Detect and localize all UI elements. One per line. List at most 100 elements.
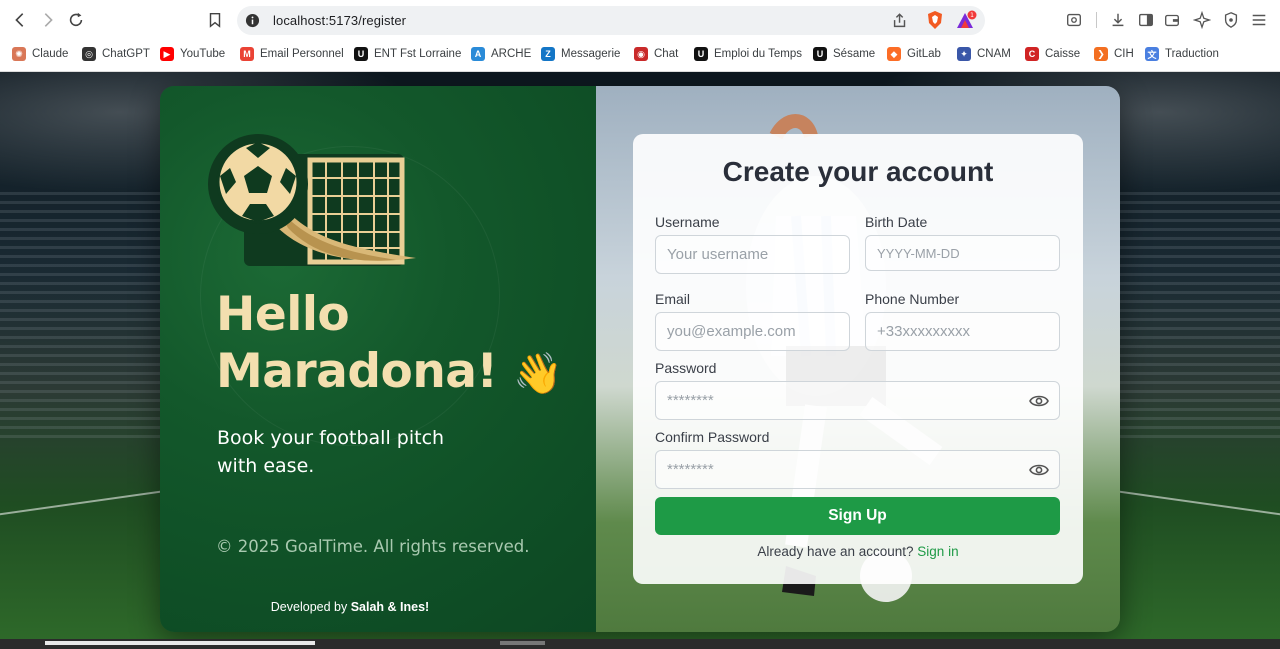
username-input[interactable] bbox=[656, 236, 849, 273]
youtube-icon: ▶ bbox=[160, 47, 174, 61]
bookmark-label: Traduction bbox=[1165, 48, 1219, 60]
site-info-icon[interactable] bbox=[245, 13, 260, 28]
sign-up-button[interactable]: Sign Up bbox=[655, 497, 1060, 535]
cih-icon: ❯ bbox=[1094, 47, 1108, 61]
gmail-icon: M bbox=[240, 47, 254, 61]
bookmark-label: Caisse bbox=[1045, 48, 1081, 60]
confirm-password-field-wrapper bbox=[655, 450, 1060, 489]
chat-icon: ◉ bbox=[634, 47, 648, 61]
greeting-name: Maradona! bbox=[216, 344, 498, 399]
email-input[interactable] bbox=[656, 313, 849, 350]
lorraine-icon: U bbox=[813, 47, 827, 61]
bookmark-item[interactable]: M Email Personnel bbox=[240, 45, 344, 63]
password-input[interactable] bbox=[656, 382, 1059, 419]
password-label: Password bbox=[655, 360, 717, 376]
bottom-scroll-strip bbox=[0, 639, 1280, 649]
bookmark-item[interactable]: ◆ GitLab bbox=[887, 45, 941, 63]
copyright: © 2025 GoalTime. All rights reserved. bbox=[216, 537, 530, 556]
reload-icon[interactable] bbox=[64, 8, 88, 32]
form-panel: Create your account Username Birth Date … bbox=[596, 86, 1120, 632]
signin-prompt: Already have an account? bbox=[757, 544, 914, 559]
chatgpt-icon: ◎ bbox=[82, 47, 96, 61]
phone-field-wrapper bbox=[865, 312, 1060, 351]
brave-rewards-icon[interactable]: 1 bbox=[955, 10, 977, 30]
zimbra-icon: Z bbox=[541, 47, 555, 61]
share-icon[interactable] bbox=[891, 12, 909, 30]
arche-icon: A bbox=[471, 47, 485, 61]
address-bar[interactable]: localhost:5173/register 1 bbox=[237, 6, 985, 35]
back-icon[interactable] bbox=[8, 8, 32, 32]
browser-toolbar: localhost:5173/register 1 bbox=[0, 0, 1280, 40]
wallet-icon[interactable] bbox=[1162, 10, 1182, 30]
phone-label: Phone Number bbox=[865, 291, 960, 307]
pitch-line bbox=[1120, 490, 1280, 516]
scroll-indicator bbox=[45, 641, 315, 645]
bookmark-item[interactable]: ◎ ChatGPT bbox=[82, 45, 150, 63]
claude-icon: ✺ bbox=[12, 47, 26, 61]
bookmark-label: Messagerie bbox=[561, 48, 621, 60]
bookmark-page-icon[interactable] bbox=[203, 8, 227, 32]
confirm-password-label: Confirm Password bbox=[655, 429, 770, 445]
url-text[interactable]: localhost:5173/register bbox=[273, 13, 406, 28]
bookmark-item[interactable]: ❯ CIH bbox=[1094, 45, 1134, 63]
bookmark-item[interactable]: ✦ CNAM bbox=[957, 45, 1011, 63]
email-label: Email bbox=[655, 291, 691, 307]
bookmark-item[interactable]: U Sésame bbox=[813, 45, 875, 63]
lorraine-icon: U bbox=[354, 47, 368, 61]
register-card: Hello Maradona! 👋 Book your football pit… bbox=[160, 86, 1120, 632]
developed-prefix: Developed by bbox=[270, 600, 348, 614]
cnam-icon: ✦ bbox=[957, 47, 971, 61]
signin-prompt-line: Already have an account? Sign in bbox=[633, 544, 1083, 559]
translate-icon: 文 bbox=[1145, 47, 1159, 61]
lorraine-icon: U bbox=[694, 47, 708, 61]
bookmarks-bar: ✺ Claude ◎ ChatGPT ▶ YouTube M Email Personnel U… bbox=[0, 40, 1280, 68]
confirm-password-input[interactable] bbox=[656, 451, 1059, 488]
svg-text:1: 1 bbox=[970, 12, 974, 19]
scroll-indicator bbox=[500, 641, 545, 645]
bookmark-item[interactable]: C Caisse bbox=[1025, 45, 1080, 63]
phone-input[interactable] bbox=[866, 313, 1059, 350]
show-password-icon[interactable] bbox=[1029, 392, 1049, 410]
sidebar-icon[interactable] bbox=[1136, 10, 1156, 30]
birthdate-label: Birth Date bbox=[865, 214, 928, 230]
show-confirm-password-icon[interactable] bbox=[1029, 461, 1049, 479]
password-field-wrapper bbox=[655, 381, 1060, 420]
bookmark-item[interactable]: ◉ Chat bbox=[634, 45, 678, 63]
bookmark-label: ChatGPT bbox=[102, 48, 150, 60]
greeting-line2: Maradona! 👋 bbox=[216, 343, 576, 403]
pitch-line bbox=[0, 490, 160, 516]
bookmark-item[interactable]: ▶ YouTube bbox=[160, 45, 225, 63]
bookmark-item[interactable]: Z Messagerie bbox=[541, 45, 620, 63]
toolbar-separator bbox=[1096, 12, 1097, 28]
bookmark-label: ENT Fst Lorraine bbox=[374, 48, 462, 60]
greeting-line1: Hello bbox=[216, 287, 350, 342]
email-field-wrapper bbox=[655, 312, 850, 351]
stadium-stands-right bbox=[1120, 192, 1280, 442]
waving-hand-icon: 👋 bbox=[513, 351, 563, 397]
bookmark-item[interactable]: U ENT Fst Lorraine bbox=[354, 45, 461, 63]
caisse-icon: C bbox=[1025, 47, 1039, 61]
greeting-heading: Hello Maradona! 👋 bbox=[216, 286, 576, 403]
sign-in-link[interactable]: Sign in bbox=[917, 544, 958, 559]
goaltime-logo bbox=[208, 134, 416, 266]
forward-icon[interactable] bbox=[36, 8, 60, 32]
browser-chrome: localhost:5173/register 1 ✺ Claude ◎ ChatGP… bbox=[0, 0, 1280, 72]
bookmark-item[interactable]: 文 Traduction bbox=[1145, 45, 1219, 63]
leo-ai-icon[interactable] bbox=[1192, 10, 1212, 30]
menu-icon[interactable] bbox=[1249, 10, 1269, 30]
tagline: Book your football pitch with ease. bbox=[217, 427, 445, 477]
bookmark-label: Claude bbox=[32, 48, 69, 60]
brave-shields-icon[interactable] bbox=[925, 10, 945, 30]
developed-by: Developed by Salah & Ines! bbox=[160, 600, 540, 614]
bookmark-label: Sésame bbox=[833, 48, 876, 60]
bookmark-label: YouTube bbox=[180, 48, 226, 60]
bookmark-item[interactable]: A ARCHE bbox=[471, 45, 531, 63]
bookmark-item[interactable]: U Emploi du Temps bbox=[694, 45, 802, 63]
bookmark-item[interactable]: ✺ Claude bbox=[12, 45, 68, 63]
birthdate-input[interactable] bbox=[866, 236, 1059, 270]
download-icon[interactable] bbox=[1108, 10, 1128, 30]
screenshot-icon[interactable] bbox=[1064, 10, 1084, 30]
vpn-shield-icon[interactable] bbox=[1221, 10, 1241, 30]
bookmark-label: CNAM bbox=[977, 48, 1011, 60]
form-title: Create your account bbox=[722, 156, 994, 187]
